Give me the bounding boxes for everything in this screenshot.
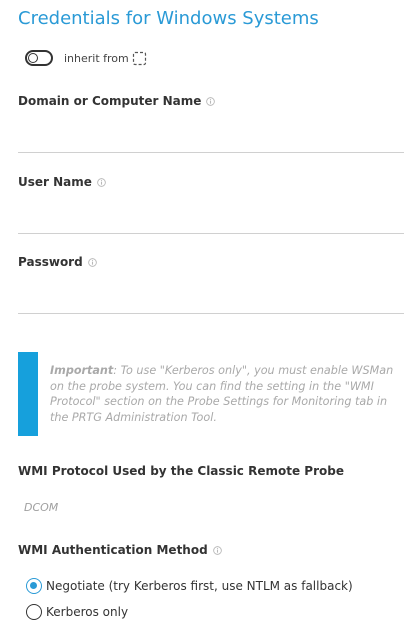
note-strong: Important — [50, 364, 114, 377]
info-icon[interactable] — [87, 256, 97, 267]
password-field-label: Password — [18, 255, 97, 269]
wmi-auth-label: WMI Authentication Method — [18, 543, 222, 557]
credentials-panel: Credentials for Windows Systems inherit … — [0, 0, 404, 634]
radio-button-checked[interactable] — [26, 578, 42, 594]
note-text: Important: To use "Kerberos only", you m… — [50, 363, 396, 425]
domain-field-label: Domain or Computer Name — [18, 94, 216, 108]
info-icon[interactable] — [97, 176, 106, 187]
username-field-label: User Name — [18, 175, 106, 189]
inherit-toggle[interactable] — [25, 50, 53, 66]
wmi-protocol-label-text: WMI Protocol Used by the Classic Remote … — [18, 464, 344, 478]
dashed-square-icon — [132, 51, 147, 66]
important-note: Important: To use "Kerberos only", you m… — [18, 352, 398, 436]
password-label-text: Password — [18, 255, 83, 269]
info-icon[interactable] — [212, 544, 222, 555]
radio-option-kerberos[interactable]: Kerberos only — [26, 604, 128, 620]
radio-label-negotiate: Negotiate (try Kerberos first, use NTLM … — [46, 579, 353, 593]
inherit-label: inherit from — [64, 51, 129, 65]
username-label-text: User Name — [18, 175, 92, 189]
radio-label-kerberos: Kerberos only — [46, 605, 129, 619]
wmi-auth-label-text: WMI Authentication Method — [18, 543, 208, 557]
domain-label-text: Domain or Computer Name — [18, 94, 202, 108]
section-title: Credentials for Windows Systems — [18, 8, 319, 29]
username-field[interactable] — [18, 209, 404, 234]
radio-option-negotiate[interactable]: Negotiate (try Kerberos first, use NTLM … — [26, 578, 353, 594]
wmi-protocol-value: DCOM — [24, 501, 59, 514]
inherit-row: inherit from — [25, 48, 147, 68]
password-field[interactable] — [18, 289, 404, 314]
domain-field[interactable] — [18, 128, 404, 153]
radio-button-unchecked[interactable] — [26, 604, 42, 620]
info-icon[interactable] — [206, 95, 216, 106]
wmi-protocol-label: WMI Protocol Used by the Classic Remote … — [18, 464, 344, 478]
note-accent-bar — [18, 352, 38, 436]
toggle-knob — [28, 53, 38, 63]
